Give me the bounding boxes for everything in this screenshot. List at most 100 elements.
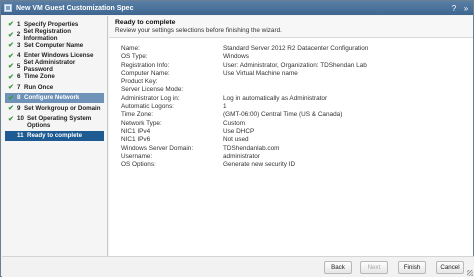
summary-label: Name: — [121, 45, 140, 52]
step-number: 5 — [16, 62, 21, 70]
summary-label: Automatic Logons: — [121, 103, 174, 111]
step-number: 4 — [17, 52, 21, 60]
step-number: 6 — [17, 73, 21, 81]
checkmark-icon: ✔ — [8, 31, 14, 39]
summary-value: Generate new security ID — [223, 161, 296, 169]
summary-list: Name: Standard Server 2012 R2 Datacenter … — [109, 38, 473, 169]
step-label: Set Administrator Password — [23, 59, 76, 74]
checkmark-icon: ✔ — [8, 42, 14, 50]
step-number: 11 — [17, 132, 24, 140]
step-number: 8 — [17, 94, 21, 102]
summary-label: Product Key: — [121, 78, 158, 86]
summary-row: NIC1 IPv4 Use DHCP — [121, 128, 473, 136]
summary-label: OS Options: — [121, 161, 156, 169]
back-button[interactable]: Back — [324, 261, 352, 274]
window-title: New VM Guest Customization Spec — [16, 4, 134, 12]
step-label: Set Computer Name — [24, 41, 84, 49]
step-label: Time Zone — [24, 73, 55, 81]
checkmark-icon: ✔ — [8, 115, 14, 123]
step-label: Configure Network — [24, 94, 80, 102]
step-label: Enter Windows License — [24, 52, 94, 60]
summary-row: Time Zone: (GMT-06:00) Central Time (US &… — [121, 111, 473, 119]
content-pane: Ready to complete Review your settings s… — [109, 16, 473, 256]
summary-value: Custom — [223, 119, 246, 127]
page-header: Ready to complete Review your settings s… — [109, 16, 473, 38]
summary-row: Automatic Logons: 1 — [121, 103, 473, 111]
summary-value: administrator — [223, 152, 260, 160]
summary-row: Product Key: — [121, 78, 473, 86]
step-label: Set Operating System Options — [27, 114, 92, 129]
resize-grip-icon[interactable] — [467, 270, 473, 276]
summary-row: Windows Server Domain: TDShendanlab.com — [121, 145, 473, 153]
checkmark-icon: ✔ — [8, 94, 14, 102]
next-button[interactable]: Next — [360, 261, 388, 274]
checkmark-icon: ✔ — [8, 105, 14, 113]
summary-label: OS Type: — [121, 53, 148, 61]
checkmark-icon: ✔ — [8, 73, 14, 81]
wizard-steps: ✔ 1 Specify Properties ✔ 2 Set Registrat… — [2, 16, 108, 256]
page-subtitle: Review your settings selections before f… — [115, 27, 282, 34]
summary-row: Registration Info: User: Administrator, O… — [121, 62, 473, 70]
summary-value: Not used — [223, 136, 249, 144]
summary-label: Network Type: — [121, 119, 162, 127]
step-number: 9 — [17, 104, 21, 112]
summary-value: User: Administrator, Organization: TDShe… — [223, 61, 367, 69]
summary-label: Computer Name: — [121, 69, 170, 77]
step-run-once[interactable]: ✔ 7 Run Once — [5, 82, 104, 93]
summary-value: Standard Server 2012 R2 Datacenter Confi… — [223, 45, 369, 52]
summary-label: Server License Mode: — [121, 86, 184, 94]
summary-value: Use DHCP — [223, 127, 255, 135]
summary-label: NIC1 IPv6 — [121, 136, 151, 144]
wizard-icon — [4, 4, 12, 12]
summary-row: Name: Standard Server 2012 R2 Datacenter … — [121, 45, 473, 53]
step-registration[interactable]: ✔ 2 Set Registration Information — [5, 27, 104, 42]
summary-value: 1 — [223, 103, 227, 111]
summary-row: Username: administrator — [121, 153, 473, 161]
summary-value: Windows — [223, 53, 249, 61]
summary-value: TDShendanlab.com — [223, 144, 280, 152]
wizard-window: New VM Guest Customization Spec ? » ✔ 1 … — [0, 0, 474, 277]
step-ready-to-complete[interactable]: 11 Ready to complete — [5, 130, 104, 141]
summary-row: Computer Name: Use Virtual Machine name — [121, 70, 473, 78]
summary-value: Use Virtual Machine name — [223, 69, 298, 77]
step-number: 3 — [17, 41, 21, 49]
button-bar: Back Next Finish Cancel — [2, 256, 474, 277]
step-number: 1 — [17, 20, 21, 28]
summary-value: (GMT-06:00) Central Time (US & Canada) — [223, 111, 343, 119]
summary-row: NIC1 IPv6 Not used — [121, 136, 473, 144]
expand-icon[interactable]: » — [461, 3, 471, 13]
summary-label: Administrator Log in: — [121, 94, 180, 102]
summary-row: Administrator Log in: Log in automaticall… — [121, 95, 473, 103]
summary-label: Windows Server Domain: — [121, 144, 194, 152]
summary-row: OS Type: Windows — [121, 53, 473, 61]
step-configure-network[interactable]: ✔ 8 Configure Network — [5, 92, 104, 103]
title-bar[interactable]: New VM Guest Customization Spec ? » — [1, 1, 473, 15]
summary-label: NIC1 IPv4 — [121, 127, 151, 135]
summary-label: Username: — [121, 152, 153, 160]
cancel-button[interactable]: Cancel — [436, 261, 464, 274]
step-label: Ready to complete — [27, 132, 83, 140]
step-label: Set Workgroup or Domain — [24, 104, 101, 112]
checkmark-icon: ✔ — [8, 52, 14, 60]
page-title: Ready to complete — [115, 19, 176, 26]
summary-row: OS Options: Generate new security ID — [121, 161, 473, 169]
step-number: 2 — [16, 31, 21, 39]
finish-button[interactable]: Finish — [398, 261, 426, 274]
step-label: Specify Properties — [24, 20, 79, 28]
summary-label: Registration Info: — [121, 61, 170, 69]
step-number: 10 — [17, 114, 24, 122]
step-label: Run Once — [24, 83, 54, 91]
checkmark-icon: ✔ — [8, 21, 14, 29]
summary-value: Log in automatically as Administrator — [223, 94, 328, 102]
step-workgroup-domain[interactable]: ✔ 9 Set Workgroup or Domain — [5, 103, 104, 114]
step-admin-password[interactable]: ✔ 5 Set Administrator Password — [5, 59, 104, 74]
help-icon[interactable]: ? — [449, 3, 459, 13]
summary-row: Network Type: Custom — [121, 120, 473, 128]
summary-label: Time Zone: — [121, 111, 154, 119]
step-number: 7 — [17, 83, 21, 91]
checkmark-icon: ✔ — [8, 84, 14, 92]
step-label: Set Registration Information — [23, 27, 71, 42]
summary-row: Server License Mode: — [121, 86, 473, 94]
step-os-options[interactable]: ✔ 10 Set Operating System Options — [5, 114, 104, 131]
checkmark-icon: ✔ — [8, 63, 14, 71]
